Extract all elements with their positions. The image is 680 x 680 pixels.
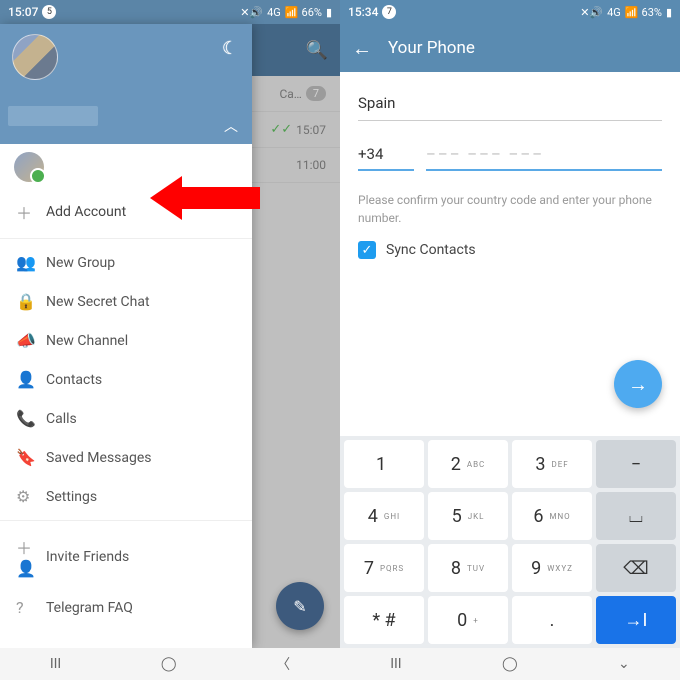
battery-label: 63% (642, 6, 662, 19)
key-9[interactable]: 9WXYZ (512, 544, 592, 592)
compose-fab[interactable]: ✎ (276, 582, 324, 630)
numeric-keypad: 1 2ABC 3DEF − 4GHI 5JKL 6MNO ⌴ 7PQRS 8TU… (340, 436, 680, 648)
continue-fab[interactable]: → (614, 360, 662, 408)
signal-icon: 📶 (625, 6, 638, 19)
menu-saved-messages[interactable]: 🔖 Saved Messages (0, 438, 252, 477)
menu-new-group[interactable]: 👥 New Group (0, 243, 252, 282)
chevron-up-icon[interactable]: ︿ (224, 116, 238, 136)
menu-new-channel[interactable]: 📣 New Channel (0, 321, 252, 360)
key-backspace[interactable]: ⌫ (596, 544, 676, 592)
hint-text: Please confirm your country code and ent… (358, 191, 662, 227)
checkbox-checked-icon[interactable]: ✓ (358, 241, 376, 259)
key-space[interactable]: ⌴ (596, 492, 676, 540)
screenshot-right: 15:34 7 ✕🔊 4G 📶 63% ▮ ← Your Phone Spain… (340, 0, 680, 680)
recents-button[interactable]: III (50, 656, 61, 672)
divider (0, 238, 252, 239)
screenshot-left: 15:07 5 ✕🔊 4G 📶 66% ▮ 🔍 Ca… 7 ✓✓ 15:07 1… (0, 0, 340, 680)
page-title: Your Phone (388, 38, 475, 58)
divider (0, 520, 252, 521)
home-button[interactable]: ◯ (161, 656, 177, 672)
mute-icon: ✕🔊 (580, 6, 603, 19)
menu-settings[interactable]: ⚙ Settings (0, 477, 252, 516)
android-nav-bar: III ◯ ⌄ (340, 648, 680, 680)
recents-button[interactable]: III (390, 656, 401, 672)
person-icon: 👤 (16, 370, 46, 389)
battery-label: 66% (302, 6, 322, 19)
android-nav-bar: III ◯ 〈 (0, 648, 340, 680)
phone-icon: 📞 (16, 409, 46, 428)
signal-icon: 📶 (285, 6, 298, 19)
key-7[interactable]: 7PQRS (344, 544, 424, 592)
pencil-icon: ✎ (293, 597, 306, 616)
key-period[interactable]: . (512, 596, 592, 644)
sync-contacts-row[interactable]: ✓ Sync Contacts (358, 241, 662, 259)
key-enter[interactable]: →I (596, 596, 676, 644)
key-minus[interactable]: − (596, 440, 676, 488)
collapse-keyboard-button[interactable]: ⌄ (618, 656, 630, 672)
navigation-drawer: ☾ ︿ ＋ Add Account 👥 New Group 🔒 New Secr… (0, 24, 252, 648)
phone-number-input[interactable]: ––– ––– ––– (426, 139, 662, 171)
status-time: 15:07 (8, 5, 38, 19)
bookmark-icon: 🔖 (16, 448, 46, 467)
drawer-header: ☾ ︿ (0, 24, 252, 144)
form: Spain +34 ––– ––– ––– Please confirm you… (340, 72, 680, 259)
menu-calls[interactable]: 📞 Calls (0, 399, 252, 438)
back-arrow-icon[interactable]: ← (352, 36, 372, 61)
menu-invite-friends[interactable]: ＋👤 Invite Friends (0, 525, 252, 588)
battery-icon: ▮ (326, 6, 332, 19)
space-icon: ⌴ (629, 506, 643, 527)
mute-icon: ✕🔊 (240, 6, 263, 19)
menu-telegram-faq[interactable]: ? Telegram FAQ (0, 588, 252, 627)
avatar-small (14, 152, 44, 182)
menu-contacts[interactable]: 👤 Contacts (0, 360, 252, 399)
backspace-icon: ⌫ (623, 558, 648, 579)
status-right: ✕🔊 4G 📶 66% ▮ (240, 6, 332, 19)
help-icon: ? (16, 598, 46, 617)
lock-icon: 🔒 (16, 292, 46, 311)
notification-count-badge: 5 (42, 5, 56, 19)
key-star-hash[interactable]: * # (344, 596, 424, 644)
annotation-arrow (150, 176, 260, 220)
megaphone-icon: 📣 (16, 331, 46, 350)
country-selector[interactable]: Spain (358, 86, 662, 121)
plus-icon: ＋ (16, 200, 46, 224)
network-label: 4G (607, 6, 621, 19)
key-1[interactable]: 1 (344, 440, 424, 488)
network-label: 4G (267, 6, 281, 19)
add-account-label: Add Account (46, 204, 126, 220)
notification-count-badge: 7 (382, 5, 396, 19)
night-mode-icon[interactable]: ☾ (222, 38, 238, 59)
app-toolbar: ← Your Phone (340, 24, 680, 72)
status-right: ✕🔊 4G 📶 63% ▮ (580, 6, 672, 19)
country-code-input[interactable]: +34 (358, 139, 414, 171)
back-button[interactable]: 〈 (276, 654, 290, 674)
key-6[interactable]: 6MNO (512, 492, 592, 540)
phone-input-row: +34 ––– ––– ––– (358, 139, 662, 171)
gear-icon: ⚙ (16, 487, 46, 506)
menu-new-secret-chat[interactable]: 🔒 New Secret Chat (0, 282, 252, 321)
status-bar: 15:07 5 ✕🔊 4G 📶 66% ▮ (0, 0, 340, 24)
sync-contacts-label: Sync Contacts (386, 242, 476, 258)
key-8[interactable]: 8TUV (428, 544, 508, 592)
avatar[interactable] (12, 34, 58, 80)
status-bar: 15:34 7 ✕🔊 4G 📶 63% ▮ (340, 0, 680, 24)
key-3[interactable]: 3DEF (512, 440, 592, 488)
invite-icon: ＋👤 (16, 535, 46, 578)
key-5[interactable]: 5JKL (428, 492, 508, 540)
key-2[interactable]: 2ABC (428, 440, 508, 488)
scrim[interactable] (252, 24, 340, 648)
status-time: 15:34 (348, 5, 378, 19)
group-icon: 👥 (16, 253, 46, 272)
battery-icon: ▮ (666, 6, 672, 19)
enter-icon: →I (625, 610, 648, 631)
home-button[interactable]: ◯ (502, 656, 518, 672)
account-name-redacted (8, 106, 98, 126)
key-4[interactable]: 4GHI (344, 492, 424, 540)
arrow-right-icon: → (628, 372, 648, 397)
key-0[interactable]: 0+ (428, 596, 508, 644)
